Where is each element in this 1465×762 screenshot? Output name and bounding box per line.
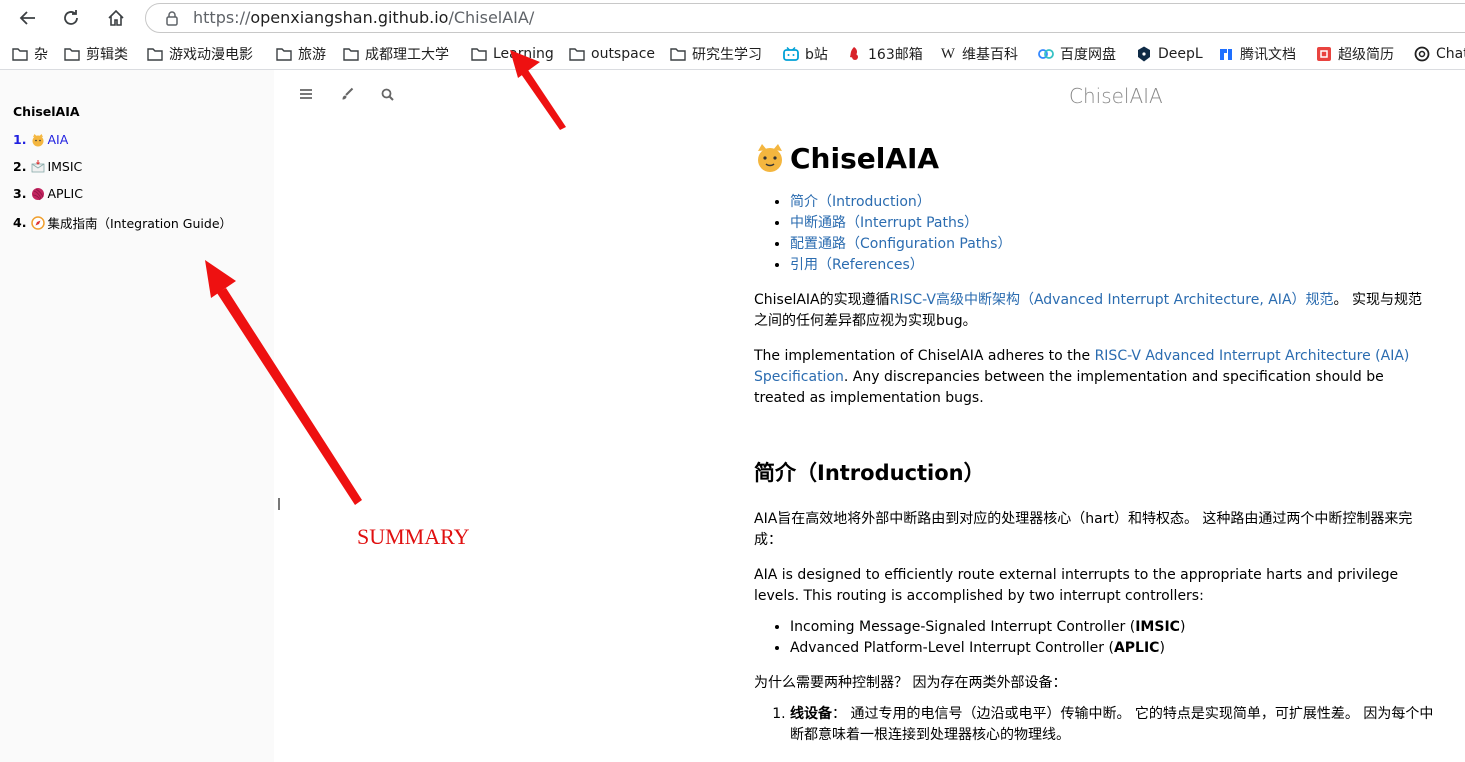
annotation-arrows — [205, 50, 566, 505]
summary-annotation-label: SUMMARY — [357, 524, 470, 549]
url-arrow-icon — [510, 50, 566, 130]
summary-arrow-icon — [205, 260, 362, 505]
